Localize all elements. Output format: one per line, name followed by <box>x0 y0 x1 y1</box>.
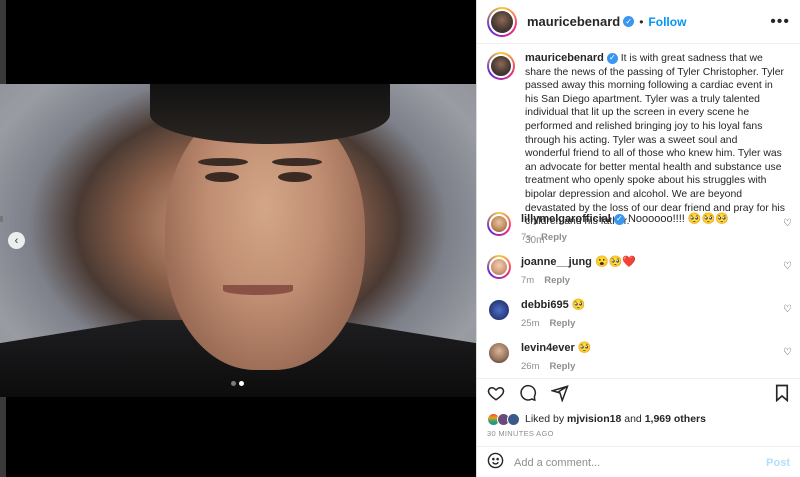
comment-avatar[interactable] <box>487 212 511 236</box>
verified-badge-icon: ✓ <box>613 213 625 225</box>
carousel-dot <box>231 381 236 386</box>
author-username[interactable]: mauricebenard <box>527 14 620 29</box>
comment-time: 7s <box>521 232 532 243</box>
comments-section: mauricebenard ✓ It is with great sadness … <box>477 44 800 374</box>
photo-right-brow <box>272 158 322 166</box>
bookmark-icon[interactable] <box>774 384 790 407</box>
like-comment-heart-icon[interactable]: ♡ <box>783 304 792 315</box>
comment-text: Noooooo!!!! 🥺🥺🥺 <box>627 213 729 225</box>
comment-item: lillymelgarofficial ✓ Noooooo!!!! 🥺🥺🥺 7s R… <box>487 212 792 243</box>
comment-item: levin4ever 🥺 26m Reply ♡ <box>487 341 792 372</box>
verified-badge-icon: ✓ <box>623 16 635 27</box>
comment-time: 25m <box>521 318 540 329</box>
comment-icon[interactable] <box>519 384 537 407</box>
carousel-dot-active <box>239 381 244 386</box>
caption-avatar[interactable] <box>487 52 515 80</box>
instagram-post-viewer: ‹ mauricebenard ✓ • Follow ••• mauricebe… <box>0 0 800 477</box>
post-actions: Liked by mjvision18 and 1,969 others 30 … <box>477 378 800 477</box>
chevron-left-icon: ‹ <box>14 234 19 247</box>
separator-dot: • <box>639 14 644 29</box>
verified-badge-icon: ✓ <box>606 52 618 64</box>
post-timestamp: 30 MINUTES AGO <box>487 429 554 438</box>
comment-item: debbi695 🥺 25m Reply ♡ <box>487 298 792 329</box>
comment-item: joanne__jung 😮🥺❤️ 7m Reply ♡ <box>487 255 792 286</box>
side-marker <box>0 216 3 222</box>
photo-left-brow <box>198 158 248 166</box>
reply-button[interactable]: Reply <box>549 361 575 372</box>
carousel-prev-button[interactable]: ‹ <box>8 232 25 249</box>
comment-time: 7m <box>521 275 535 286</box>
likes-count[interactable]: 1,969 others <box>645 413 706 425</box>
comment-username[interactable]: joanne__jung <box>521 256 592 268</box>
comment-text: 😮🥺❤️ <box>594 256 637 268</box>
comment-text: 🥺 <box>571 299 586 311</box>
reply-button[interactable]: Reply <box>544 275 570 286</box>
post-header: mauricebenard ✓ • Follow ••• <box>477 0 800 44</box>
photo-hair <box>150 84 390 144</box>
comment-time: 26m <box>521 361 540 372</box>
post-side-panel: mauricebenard ✓ • Follow ••• mauricebena… <box>476 0 800 477</box>
likes-and: and <box>624 413 642 425</box>
comment-input[interactable] <box>514 456 767 469</box>
likes-prefix: Liked by <box>525 413 565 425</box>
caption-username[interactable]: mauricebenard <box>525 52 604 64</box>
comment-username[interactable]: lillymelgarofficial <box>521 213 611 225</box>
comment-text: 🥺 <box>577 342 592 354</box>
like-comment-heart-icon[interactable]: ♡ <box>783 347 792 358</box>
comment-username[interactable]: debbi695 <box>521 299 569 311</box>
post-media: ‹ <box>0 0 476 477</box>
liker-avatars <box>487 412 520 426</box>
like-comment-heart-icon[interactable]: ♡ <box>783 218 792 229</box>
photo-right-eye <box>278 172 312 182</box>
carousel-indicator <box>231 381 244 386</box>
comment-avatar[interactable] <box>487 255 511 279</box>
post-comment-button[interactable]: Post <box>766 457 790 469</box>
action-icons-row <box>477 379 800 411</box>
likes-summary: Liked by mjvision18 and 1,969 others <box>477 411 800 427</box>
emoji-icon[interactable] <box>487 452 504 473</box>
comment-avatar[interactable] <box>487 341 511 365</box>
comment-avatar[interactable] <box>487 298 511 322</box>
more-options-icon[interactable]: ••• <box>770 13 790 31</box>
caption-text: It is with great sadness that we share t… <box>525 53 785 228</box>
author-avatar[interactable] <box>487 6 517 37</box>
heart-icon[interactable] <box>487 384 505 407</box>
liker-username[interactable]: mjvision18 <box>567 413 621 425</box>
photo-left-eye <box>205 172 239 182</box>
comment-username[interactable]: levin4ever <box>521 342 575 354</box>
like-comment-heart-icon[interactable]: ♡ <box>783 261 792 272</box>
follow-button[interactable]: Follow <box>648 15 686 29</box>
share-icon[interactable] <box>549 384 569 407</box>
reply-button[interactable]: Reply <box>549 318 575 329</box>
reply-button[interactable]: Reply <box>541 232 567 243</box>
photo-mouth <box>223 285 293 295</box>
add-comment-bar: Post <box>477 446 800 477</box>
